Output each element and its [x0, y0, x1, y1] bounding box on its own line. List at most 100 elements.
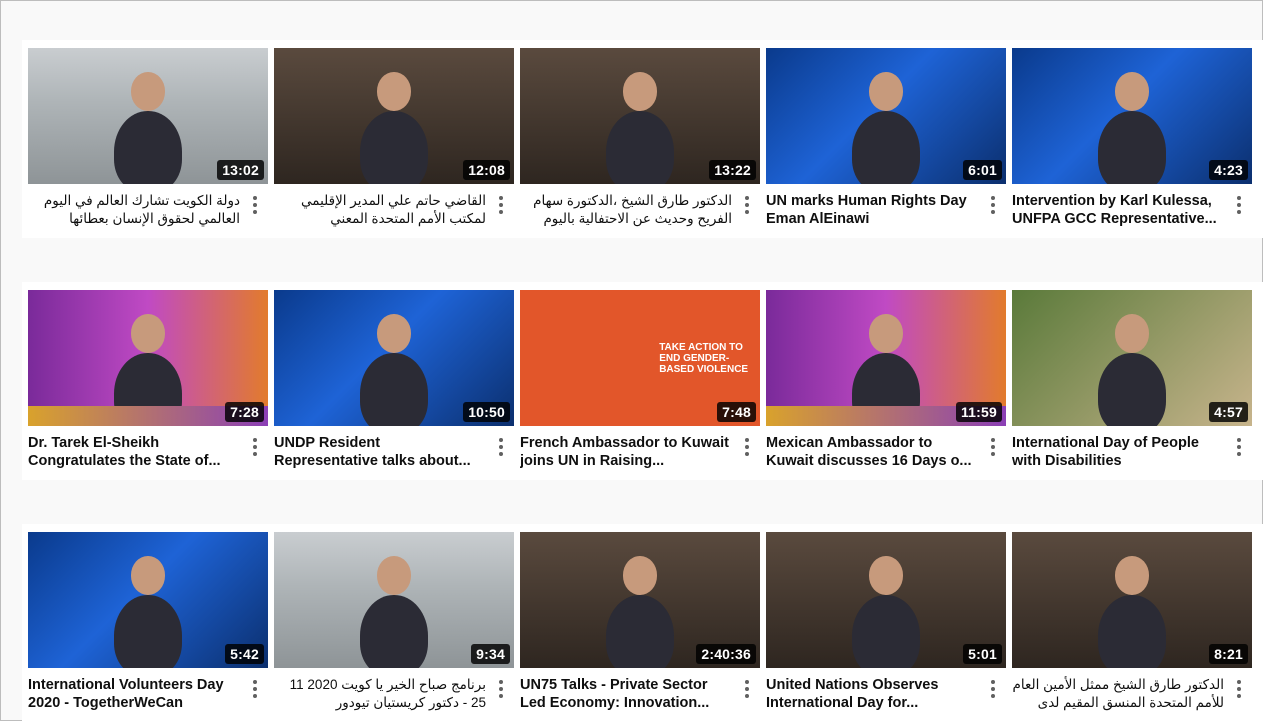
video-thumbnail[interactable]: 2:40:36: [520, 532, 760, 668]
video-thumbnail[interactable]: 8:21: [1012, 532, 1252, 668]
video-thumbnail[interactable]: 4:23: [1012, 48, 1252, 184]
video-title[interactable]: الدكتور طارق الشيخ ممثل الأمين العام للأ…: [1012, 676, 1224, 714]
video-title[interactable]: International Day of People with Disabil…: [1012, 434, 1224, 470]
dot: [745, 452, 749, 456]
video-card[interactable]: 2:40:36 UN75 Talks - Private Sector Led E…: [514, 532, 760, 722]
more-options-icon[interactable]: [252, 680, 258, 698]
video-title[interactable]: UNDP Resident Representative talks about…: [274, 434, 486, 470]
video-title[interactable]: International Volunteers Day 2020 - Toge…: [28, 676, 240, 712]
video-thumbnail[interactable]: 4:57: [1012, 290, 1252, 426]
presenter-figure: [1098, 110, 1166, 184]
dot: [1237, 694, 1241, 698]
video-card[interactable]: 13:22 الدكتور طارق الشيخ ،الدكتورة سهام ا…: [514, 48, 760, 238]
video-title[interactable]: Intervention by Karl Kulessa, UNFPA GCC …: [1012, 192, 1224, 228]
presenter-head: [1115, 314, 1149, 353]
video-thumbnail[interactable]: 13:22: [520, 48, 760, 184]
dot: [745, 203, 749, 207]
video-thumbnail[interactable]: 5:01: [766, 532, 1006, 668]
dot: [499, 452, 503, 456]
dot: [1237, 203, 1241, 207]
more-options-icon[interactable]: [498, 196, 504, 214]
video-thumbnail[interactable]: 11:59: [766, 290, 1006, 426]
dot: [991, 196, 995, 200]
dot: [745, 680, 749, 684]
dot: [253, 203, 257, 207]
more-options-icon[interactable]: [252, 438, 258, 456]
video-thumbnail[interactable]: TAKE ACTION TO END GENDER-BASED VIOLENCE…: [520, 290, 760, 426]
video-thumbnail[interactable]: 12:08: [274, 48, 514, 184]
video-card[interactable]: 4:57 International Day of People with Dis…: [1006, 290, 1252, 480]
video-title[interactable]: UN75 Talks - Private Sector Led Economy:…: [520, 676, 732, 712]
video-card[interactable]: 12:08 القاضي حاتم علي المدير الإقليمي لمك…: [268, 48, 514, 238]
dot: [253, 680, 257, 684]
video-card[interactable]: 7:28 Dr. Tarek El-Sheikh Congratulates th…: [22, 290, 268, 480]
presenter-figure: [1098, 594, 1166, 668]
presenter-head: [377, 556, 411, 595]
video-title[interactable]: Mexican Ambassador to Kuwait discusses 1…: [766, 434, 978, 470]
more-options-icon[interactable]: [1236, 196, 1242, 214]
presenter-head: [869, 314, 903, 353]
presenter-figure: [852, 110, 920, 184]
more-options-icon[interactable]: [990, 680, 996, 698]
more-options-icon[interactable]: [744, 196, 750, 214]
dot: [1237, 452, 1241, 456]
video-row-2: 7:28 Dr. Tarek El-Sheikh Congratulates th…: [0, 282, 1264, 480]
video-title[interactable]: برنامج صباح الخير يا كويت 2020 11 25 - د…: [274, 676, 486, 712]
video-card[interactable]: 11:59 Mexican Ambassador to Kuwait discus…: [760, 290, 1006, 480]
more-options-icon[interactable]: [498, 438, 504, 456]
duration-badge: 8:21: [1209, 644, 1248, 664]
video-card[interactable]: 5:01 United Nations Observes Internationa…: [760, 532, 1006, 722]
more-options-icon[interactable]: [252, 196, 258, 214]
video-thumbnail[interactable]: 6:01: [766, 48, 1006, 184]
presenter-head: [377, 314, 411, 353]
video-title[interactable]: United Nations Observes International Da…: [766, 676, 978, 712]
more-options-icon[interactable]: [1236, 680, 1242, 698]
video-thumbnail[interactable]: 9:34: [274, 532, 514, 668]
duration-badge: 4:23: [1209, 160, 1248, 180]
dot: [745, 687, 749, 691]
dot: [499, 196, 503, 200]
dot: [499, 694, 503, 698]
presenter-head: [623, 556, 657, 595]
video-card[interactable]: 13:02 دولة الكويت تشارك العالم في اليوم ا…: [22, 48, 268, 238]
dot: [745, 445, 749, 449]
video-title[interactable]: القاضي حاتم علي المدير الإقليمي لمكتب ال…: [274, 192, 486, 230]
dot: [1237, 196, 1241, 200]
more-options-icon[interactable]: [744, 438, 750, 456]
video-card[interactable]: TAKE ACTION TO END GENDER-BASED VIOLENCE…: [514, 290, 760, 480]
video-thumbnail[interactable]: 5:42: [28, 532, 268, 668]
dot: [253, 210, 257, 214]
video-card[interactable]: 4:23 Intervention by Karl Kulessa, UNFPA …: [1006, 48, 1252, 238]
video-title[interactable]: UN marks Human Rights Day Eman AlEinawi: [766, 192, 978, 228]
video-title[interactable]: French Ambassador to Kuwait joins UN in …: [520, 434, 732, 470]
presenter-figure: [114, 594, 182, 668]
video-title[interactable]: دولة الكويت تشارك العالم في اليوم العالم…: [28, 192, 240, 230]
video-title[interactable]: الدكتور طارق الشيخ ،الدكتورة سهام الفريح…: [520, 192, 732, 230]
dot: [745, 694, 749, 698]
video-thumbnail[interactable]: 10:50: [274, 290, 514, 426]
video-grid: 13:02 دولة الكويت تشارك العالم في اليوم ا…: [0, 0, 1264, 722]
video-thumbnail[interactable]: 7:28: [28, 290, 268, 426]
duration-badge: 9:34: [471, 644, 510, 664]
more-options-icon[interactable]: [744, 680, 750, 698]
dot: [991, 452, 995, 456]
more-options-icon[interactable]: [990, 438, 996, 456]
video-card[interactable]: 6:01 UN marks Human Rights Day Eman AlEin…: [760, 48, 1006, 238]
video-card[interactable]: 5:42 International Volunteers Day 2020 - …: [22, 532, 268, 722]
more-options-icon[interactable]: [498, 680, 504, 698]
duration-badge: 4:57: [1209, 402, 1248, 422]
presenter-figure: [114, 110, 182, 184]
dot: [253, 452, 257, 456]
video-thumbnail[interactable]: 13:02: [28, 48, 268, 184]
dot: [499, 210, 503, 214]
video-title[interactable]: Dr. Tarek El-Sheikh Congratulates the St…: [28, 434, 240, 470]
dot: [991, 445, 995, 449]
more-options-icon[interactable]: [1236, 438, 1242, 456]
presenter-figure: [360, 594, 428, 668]
presenter-figure: [606, 110, 674, 184]
video-card[interactable]: 8:21 الدكتور طارق الشيخ ممثل الأمين العام…: [1006, 532, 1252, 722]
video-card[interactable]: 10:50 UNDP Resident Representative talks …: [268, 290, 514, 480]
more-options-icon[interactable]: [990, 196, 996, 214]
presenter-head: [869, 72, 903, 111]
video-card[interactable]: 9:34 برنامج صباح الخير يا كويت 2020 11 25…: [268, 532, 514, 722]
